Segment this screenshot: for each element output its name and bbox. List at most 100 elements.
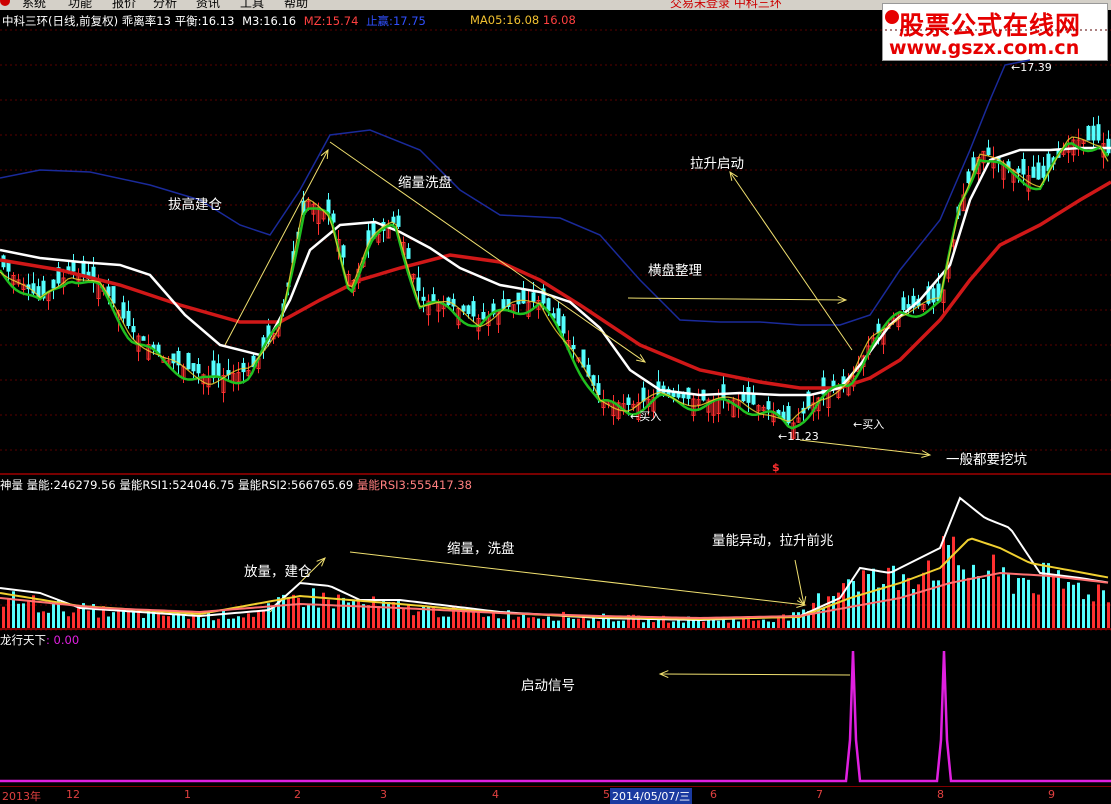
selected-date[interactable]: 2014/05/07/三 xyxy=(610,788,693,804)
volume-bar xyxy=(1017,578,1020,628)
candle-body xyxy=(461,305,466,312)
high-price-label: ←17.39 xyxy=(1011,61,1052,74)
signal-annotation: 启动信号 xyxy=(521,678,575,694)
moving-averages xyxy=(0,136,1111,430)
signal-name[interactable]: 龙行天下 xyxy=(0,633,46,647)
volume-bar xyxy=(1082,599,1085,628)
volume-bar xyxy=(532,617,535,628)
volume-bar xyxy=(47,612,50,628)
volume-bar xyxy=(17,603,20,628)
time-label-8: 8 xyxy=(937,788,944,801)
candle-body xyxy=(396,215,401,227)
volume-bar xyxy=(262,609,265,628)
rsi1-value: 524046.75 xyxy=(172,478,235,492)
volume-bar xyxy=(962,569,965,628)
candle-body xyxy=(641,387,646,402)
volume-bar xyxy=(97,617,100,628)
candle-body xyxy=(1086,125,1091,141)
volume-bar xyxy=(967,577,970,628)
ma-green-line xyxy=(0,142,1109,430)
volume-bar xyxy=(1007,574,1010,628)
volume-bar xyxy=(892,565,895,628)
volume-bar xyxy=(1072,584,1075,628)
candle-body xyxy=(186,352,191,370)
volume-bar xyxy=(437,617,440,628)
candle-body xyxy=(516,292,521,305)
time-label-7: 7 xyxy=(816,788,823,801)
volume-bar xyxy=(312,588,315,628)
time-label-2013: 2013年 xyxy=(2,790,41,803)
volume-bar xyxy=(62,611,65,628)
volume-bar xyxy=(397,601,400,628)
volume-bar xyxy=(772,622,775,628)
arrow-volume-wash xyxy=(349,551,806,606)
volume-bar xyxy=(1047,563,1050,628)
candle-body xyxy=(521,289,526,304)
volume-bar xyxy=(42,611,45,628)
candle-body xyxy=(121,302,126,319)
volume-bar xyxy=(22,603,25,628)
candle-body xyxy=(901,297,906,311)
volume-bar xyxy=(1077,582,1080,628)
candle-body xyxy=(111,286,116,304)
candle-body xyxy=(466,305,471,314)
volume-label: 量能: xyxy=(26,478,54,492)
candle-body xyxy=(986,147,991,156)
volume-bar xyxy=(1087,594,1090,628)
volume-bar xyxy=(752,620,755,628)
volume-bar xyxy=(732,618,735,628)
volume-bar xyxy=(877,587,880,628)
candle-body xyxy=(1031,166,1036,178)
candle-body xyxy=(1021,159,1026,175)
volume-bar xyxy=(762,619,765,628)
volume-bar xyxy=(1012,593,1015,628)
rsi1-label: 量能RSI1: xyxy=(119,478,173,492)
annotation-consolidate: 横盘整理 xyxy=(648,263,702,279)
volume-bar xyxy=(107,616,110,628)
candle-body xyxy=(421,296,426,301)
ma-red-line xyxy=(0,180,1111,390)
volume-bar xyxy=(37,612,40,628)
candle-body xyxy=(131,326,136,333)
volume-line-white xyxy=(0,496,1109,622)
volume-bar xyxy=(332,608,335,628)
candle-body xyxy=(571,344,576,350)
volume-bar xyxy=(327,599,330,628)
arrow-launch xyxy=(729,171,853,351)
volume-bar xyxy=(917,584,920,628)
volume-bar xyxy=(597,621,600,628)
volume-bar xyxy=(137,610,140,628)
volume-bar xyxy=(542,619,545,628)
volume-bar xyxy=(862,570,865,628)
volume-name[interactable]: 神量 xyxy=(0,478,23,492)
volume-bar xyxy=(237,616,240,628)
time-axis[interactable]: 2013年 12 1 2 3 4 5 2014/05/07/三 6 7 8 9 xyxy=(0,786,1111,804)
time-label-9: 9 xyxy=(1048,788,1055,801)
candle-body xyxy=(471,301,476,317)
candle-body xyxy=(211,360,216,379)
volume-bar xyxy=(812,602,815,628)
volume-bar xyxy=(442,616,445,628)
rsi3-label: 量能RSI3: xyxy=(356,478,410,492)
volume-bar xyxy=(552,620,555,628)
time-label-3: 3 xyxy=(380,788,387,801)
candle-body xyxy=(51,279,56,289)
candle-body xyxy=(966,171,971,183)
volume-bar xyxy=(242,617,245,628)
volume-bar xyxy=(247,613,250,628)
volume-annotation-wash: 缩量，洗盘 xyxy=(447,541,515,557)
volume-bar xyxy=(7,598,10,628)
volume-bar xyxy=(757,620,760,628)
arrow-signal xyxy=(659,673,851,676)
time-label-6: 6 xyxy=(710,788,717,801)
volume-bar xyxy=(67,616,70,628)
volume-bar xyxy=(472,612,475,628)
volume-bar xyxy=(202,618,205,628)
volume-bar xyxy=(867,574,870,628)
time-label-1: 1 xyxy=(184,788,191,801)
signal-line xyxy=(0,650,1111,783)
volume-bar xyxy=(1037,594,1040,628)
time-label-2: 2 xyxy=(294,788,301,801)
volume-bar xyxy=(927,560,930,628)
volume-bar xyxy=(342,597,345,628)
